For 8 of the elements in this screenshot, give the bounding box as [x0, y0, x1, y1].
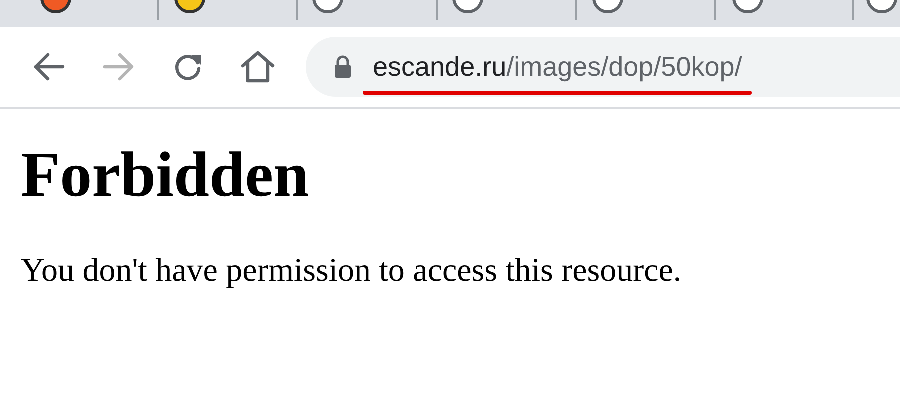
back-arrow-icon[interactable]	[32, 52, 66, 82]
lock-icon	[334, 55, 352, 79]
address-bar[interactable]: escande.ru/images/dop/50kop/	[306, 37, 900, 97]
error-message: You don't have permission to access this resource.	[21, 252, 683, 291]
page-heading: Forbidden	[21, 138, 310, 212]
url-path: /images/dop/50kop/	[506, 50, 742, 84]
home-icon[interactable]	[240, 50, 276, 84]
url-domain: escande.ru	[373, 50, 507, 84]
